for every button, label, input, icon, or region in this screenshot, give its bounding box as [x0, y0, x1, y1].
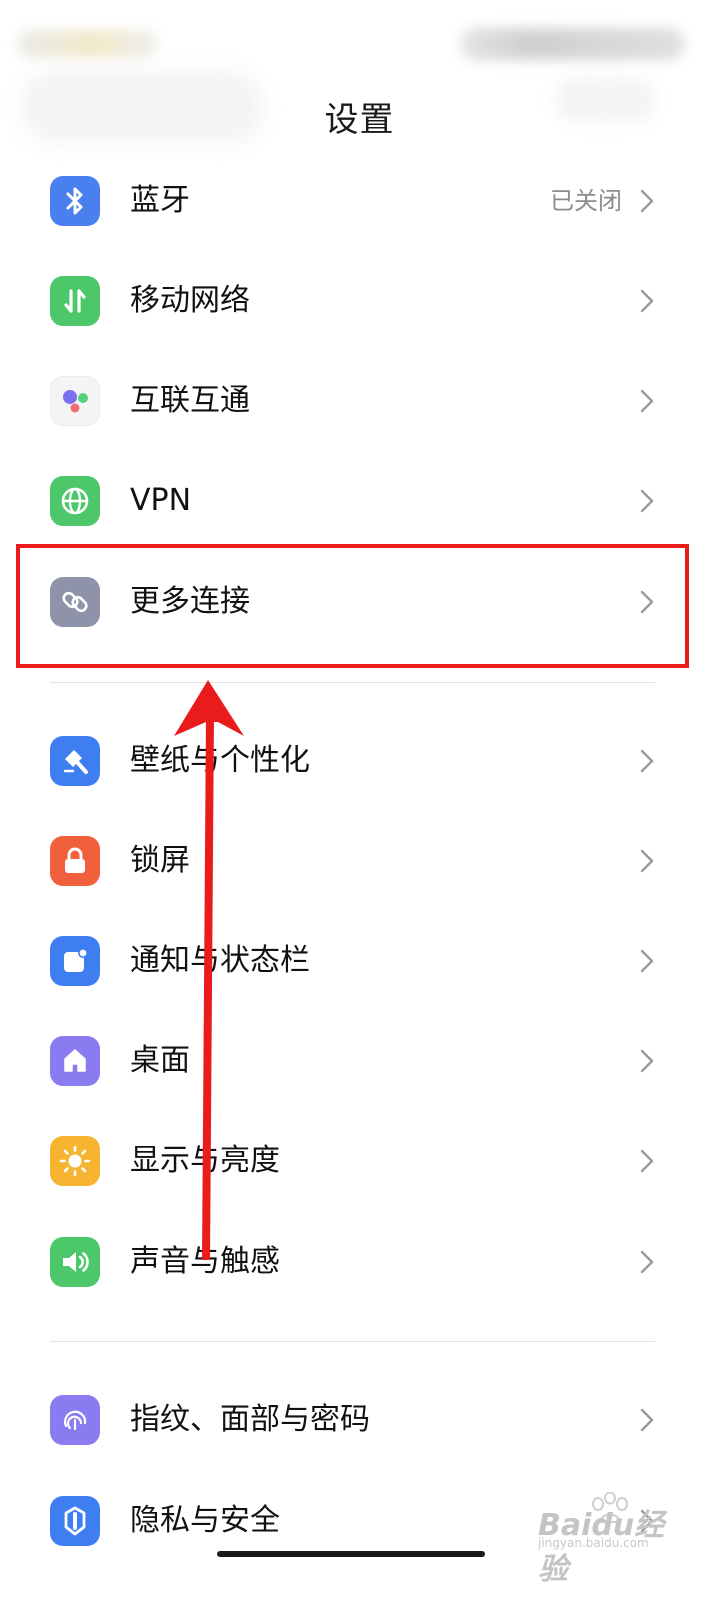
chevron-right-icon: [640, 1149, 654, 1173]
interconnect-icon: [50, 376, 100, 426]
setting-label: 通知与状态栏: [130, 943, 310, 978]
setting-row-fingerprint[interactable]: 指纹、面部与密码: [0, 1370, 719, 1470]
setting-row-more-connections[interactable]: 更多连接: [0, 552, 719, 652]
link-icon: [50, 577, 100, 627]
chevron-right-icon: [640, 289, 654, 313]
setting-row-sound[interactable]: 声音与触感: [0, 1212, 719, 1312]
setting-label: 壁纸与个性化: [130, 743, 310, 778]
fingerprint-icon: [50, 1395, 100, 1445]
section-divider: [50, 1341, 655, 1342]
home-icon: [50, 1036, 100, 1086]
mobile-data-icon: [50, 276, 100, 326]
brush-icon: [50, 736, 100, 786]
setting-row-wallpaper[interactable]: 壁纸与个性化: [0, 711, 719, 811]
chevron-right-icon: [640, 389, 654, 413]
chevron-right-icon: [640, 1049, 654, 1073]
setting-label: 互联互通: [130, 383, 250, 418]
watermark-url: jingyan.baidu.com: [538, 1536, 649, 1550]
chevron-right-icon: [640, 189, 654, 213]
status-bar-right-blurred: [460, 28, 685, 60]
setting-label: 更多连接: [130, 584, 250, 619]
setting-row-vpn[interactable]: VPN: [0, 451, 719, 551]
lock-icon: [50, 836, 100, 886]
brightness-icon: [50, 1136, 100, 1186]
watermark: Baidu经验 jingyan.baidu.com: [538, 1492, 668, 1587]
setting-value: 已关闭: [550, 187, 622, 215]
setting-row-notifications[interactable]: 通知与状态栏: [0, 911, 719, 1011]
setting-label: 桌面: [130, 1043, 190, 1078]
chevron-right-icon: [640, 949, 654, 973]
setting-label: VPN: [130, 483, 192, 518]
bluetooth-icon: [50, 176, 100, 226]
chevron-right-icon: [640, 489, 654, 513]
setting-label: 显示与亮度: [130, 1143, 280, 1178]
setting-row-bluetooth[interactable]: 蓝牙 已关闭: [0, 151, 719, 251]
setting-label: 锁屏: [130, 843, 190, 878]
setting-row-display[interactable]: 显示与亮度: [0, 1111, 719, 1211]
setting-row-lockscreen[interactable]: 锁屏: [0, 811, 719, 911]
chevron-right-icon: [640, 849, 654, 873]
setting-label: 蓝牙: [130, 183, 190, 218]
chevron-right-icon: [640, 590, 654, 614]
home-indicator[interactable]: [217, 1551, 485, 1557]
setting-row-desktop[interactable]: 桌面: [0, 1011, 719, 1111]
setting-label: 移动网络: [130, 283, 250, 318]
page-title: 设置: [324, 100, 395, 140]
chevron-right-icon: [640, 1250, 654, 1274]
globe-icon: [50, 476, 100, 526]
status-bar-left-blurred: [18, 30, 158, 58]
setting-row-mobile-network[interactable]: 移动网络: [0, 251, 719, 351]
notification-icon: [50, 936, 100, 986]
setting-row-interconnect[interactable]: 互联互通: [0, 351, 719, 451]
setting-label: 指纹、面部与密码: [130, 1402, 370, 1437]
privacy-icon: [50, 1496, 100, 1546]
chevron-right-icon: [640, 1408, 654, 1432]
chevron-right-icon: [640, 749, 654, 773]
speaker-icon: [50, 1237, 100, 1287]
setting-label: 声音与触感: [130, 1244, 280, 1279]
section-divider: [50, 682, 655, 683]
